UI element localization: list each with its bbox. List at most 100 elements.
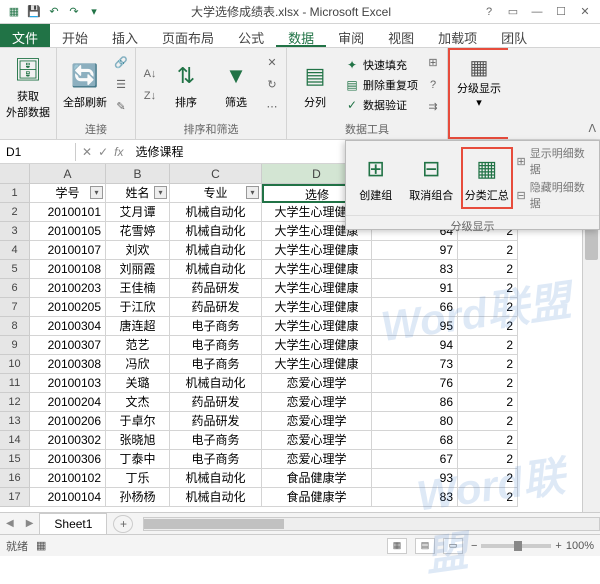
remove-duplicates-button[interactable]: ▤删除重复项 (341, 76, 421, 94)
cell[interactable]: 67 (372, 450, 458, 469)
cell[interactable]: 电子商务 (170, 317, 262, 336)
close-icon[interactable]: ✕ (574, 3, 596, 21)
cell[interactable]: 66 (372, 298, 458, 317)
rowhead[interactable]: 5 (0, 260, 30, 279)
cell[interactable]: 2 (458, 393, 518, 412)
zoom-out-button[interactable]: − (471, 540, 477, 552)
advanced-filter-icon[interactable]: ⋯ (262, 97, 282, 117)
cell[interactable]: 恋爱心理学 (262, 431, 372, 450)
cell[interactable]: 20100203 (30, 279, 106, 298)
colhead-a[interactable]: A (30, 164, 106, 183)
ribbon-options-icon[interactable]: ▭ (502, 3, 524, 21)
rowhead[interactable]: 12 (0, 393, 30, 412)
cell[interactable]: 20100306 (30, 450, 106, 469)
cell[interactable]: 冯欣 (106, 355, 170, 374)
cell[interactable]: 2 (458, 260, 518, 279)
name-box[interactable]: D1 (0, 143, 76, 161)
cell[interactable]: 唐连超 (106, 317, 170, 336)
cell[interactable]: 艾月谭 (106, 203, 170, 222)
page-break-button[interactable]: ▭ (443, 538, 463, 554)
filter-button[interactable]: ▼ 筛选 (212, 52, 260, 118)
cell[interactable]: 2 (458, 374, 518, 393)
rowhead[interactable]: 7 (0, 298, 30, 317)
rowhead[interactable]: 14 (0, 431, 30, 450)
tab-formula[interactable]: 公式 (226, 24, 276, 47)
fx-icon[interactable]: fx (114, 145, 123, 159)
cell[interactable]: 机械自动化 (170, 374, 262, 393)
cell[interactable]: 大学生心理健康 (262, 317, 372, 336)
cell[interactable]: 2 (458, 431, 518, 450)
cell[interactable]: 药品研发 (170, 279, 262, 298)
cell[interactable]: 20100304 (30, 317, 106, 336)
ungroup-button[interactable]: ⊟ 取消组合 (406, 147, 458, 209)
rowhead[interactable]: 11 (0, 374, 30, 393)
cell[interactable]: 恋爱心理学 (262, 393, 372, 412)
tab-file[interactable]: 文件 (0, 24, 50, 47)
filter-dropdown-icon[interactable]: ▾ (90, 186, 103, 199)
zoom-value[interactable]: 100% (566, 540, 594, 552)
cell[interactable]: 恋爱心理学 (262, 374, 372, 393)
collapse-ribbon-icon[interactable]: ᐱ (588, 122, 596, 135)
qat-more-icon[interactable]: ▾ (86, 4, 102, 20)
cell[interactable]: 20100206 (30, 412, 106, 431)
cell[interactable]: 丁乐 (106, 469, 170, 488)
rowhead[interactable]: 10 (0, 355, 30, 374)
edit-links-icon[interactable]: ✎ (111, 97, 131, 117)
tab-team[interactable]: 团队 (489, 24, 539, 47)
whatif-icon[interactable]: ? (423, 75, 443, 95)
zoom-slider[interactable] (481, 544, 551, 548)
redo-icon[interactable]: ↷ (66, 4, 82, 20)
cell[interactable]: 20100104 (30, 488, 106, 507)
cell[interactable]: 机械自动化 (170, 260, 262, 279)
cell[interactable]: 丁泰中 (106, 450, 170, 469)
cell[interactable]: 花雪婷 (106, 222, 170, 241)
cell[interactable]: 2 (458, 469, 518, 488)
cell[interactable]: 95 (372, 317, 458, 336)
cell[interactable]: 2 (458, 279, 518, 298)
cell[interactable]: 94 (372, 336, 458, 355)
tab-view[interactable]: 视图 (376, 24, 426, 47)
sort-asc-icon[interactable]: A↓ (140, 64, 160, 84)
rowhead[interactable]: 3 (0, 222, 30, 241)
enter-formula-icon[interactable]: ✓ (98, 145, 108, 159)
cell[interactable]: 93 (372, 469, 458, 488)
sort-desc-icon[interactable]: Z↓ (140, 86, 160, 106)
header-cell[interactable]: 学号▾ (30, 184, 106, 203)
consolidate-icon[interactable]: ⊞ (423, 53, 443, 73)
rowhead[interactable]: 4 (0, 241, 30, 260)
cell[interactable]: 机械自动化 (170, 222, 262, 241)
cell[interactable]: 食品健康学 (262, 469, 372, 488)
normal-view-button[interactable]: ▦ (387, 538, 407, 554)
cell[interactable]: 文杰 (106, 393, 170, 412)
cell[interactable]: 73 (372, 355, 458, 374)
cell[interactable]: 20100105 (30, 222, 106, 241)
cell[interactable]: 大学生心理健康 (262, 298, 372, 317)
cell[interactable]: 大学生心理健康 (262, 279, 372, 298)
cell[interactable]: 机械自动化 (170, 469, 262, 488)
tab-addin[interactable]: 加载项 (426, 24, 489, 47)
rowhead[interactable]: 15 (0, 450, 30, 469)
cell[interactable]: 20100308 (30, 355, 106, 374)
refresh-all-button[interactable]: 🔄 全部刷新 (61, 52, 109, 118)
cell[interactable]: 68 (372, 431, 458, 450)
zoom-thumb[interactable] (514, 541, 522, 551)
cell[interactable]: 91 (372, 279, 458, 298)
sort-button[interactable]: ⇅ 排序 (162, 52, 210, 118)
rowhead[interactable]: 6 (0, 279, 30, 298)
tab-data[interactable]: 数据 (276, 24, 326, 47)
cell[interactable]: 20100307 (30, 336, 106, 355)
rowhead[interactable]: 13 (0, 412, 30, 431)
cell[interactable]: 于卓尔 (106, 412, 170, 431)
show-detail-button[interactable]: ⊞显示明细数据 (517, 145, 595, 177)
subtotal-button[interactable]: ▦ 分类汇总 (461, 147, 513, 209)
data-validation-button[interactable]: ✓数据验证 (341, 96, 421, 114)
cell[interactable]: 76 (372, 374, 458, 393)
maximize-icon[interactable]: ☐ (550, 3, 572, 21)
cell[interactable]: 于江欣 (106, 298, 170, 317)
text-to-columns-button[interactable]: ▤ 分列 (291, 52, 339, 118)
filter-dropdown-icon[interactable]: ▾ (154, 186, 167, 199)
cell[interactable]: 83 (372, 488, 458, 507)
cell[interactable]: 20100103 (30, 374, 106, 393)
cell[interactable]: 20100204 (30, 393, 106, 412)
clear-filter-icon[interactable]: ✕ (262, 53, 282, 73)
